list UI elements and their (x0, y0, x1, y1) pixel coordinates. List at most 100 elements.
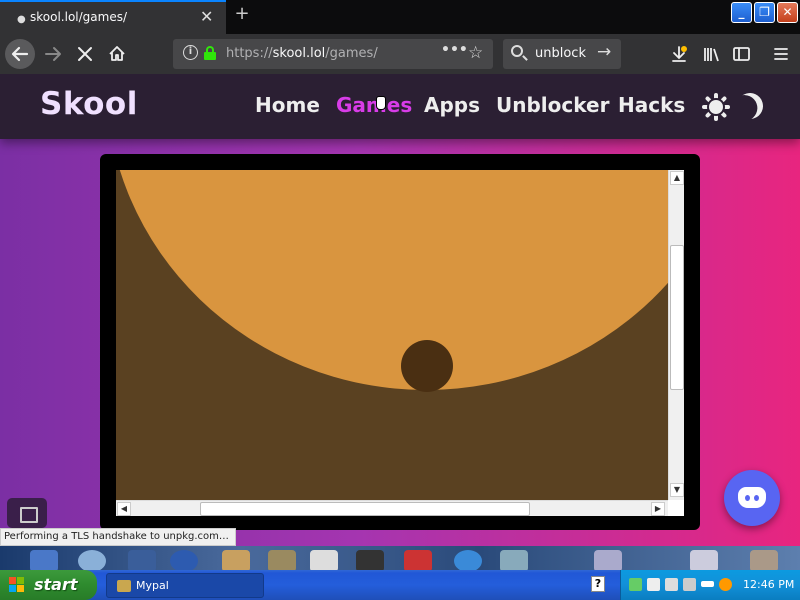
restore-button[interactable]: ❐ (754, 2, 775, 23)
game-canvas[interactable] (116, 170, 668, 500)
new-tab-button[interactable]: + (232, 3, 252, 27)
search-icon (511, 45, 523, 57)
desktop-icon[interactable] (454, 550, 482, 570)
taskbar: start Mypal ? 12:46 PM (0, 570, 800, 600)
desktop-icons-strip (0, 546, 800, 570)
back-button[interactable] (5, 39, 35, 69)
library-icon (704, 48, 719, 62)
nav-apps[interactable]: Apps (424, 93, 480, 117)
downloads-button[interactable] (664, 39, 694, 69)
vertical-scroll-thumb[interactable] (670, 245, 684, 390)
desktop-icon[interactable] (750, 550, 778, 570)
library-button[interactable] (696, 39, 726, 69)
tab-active[interactable]: ● skool.lol/games/ ✕ (0, 0, 226, 34)
desktop-icon[interactable] (128, 550, 156, 570)
game-scene (116, 170, 668, 500)
nav-home[interactable]: Home (255, 93, 320, 117)
home-icon (109, 46, 125, 61)
scroll-left-arrow-icon[interactable]: ◀ (117, 502, 131, 516)
hamburger-menu-icon (774, 48, 788, 60)
url-host: skool.lol (272, 46, 326, 61)
desktop-icon[interactable] (690, 550, 718, 570)
tab-loading-dot-icon: ● (17, 14, 26, 25)
page-actions-icon[interactable]: ••• (441, 42, 468, 58)
site-page: Skool Home Games Apps Unblocker Hacks ▲ … (0, 74, 800, 546)
tab-title: skool.lol/games/ (30, 10, 127, 24)
discord-button[interactable] (724, 470, 780, 526)
tray-battery-icon[interactable] (701, 581, 714, 587)
status-message: Performing a TLS handshake to unpkg.com… (0, 528, 236, 546)
forward-button[interactable] (38, 39, 68, 69)
fullscreen-button[interactable] (7, 498, 47, 528)
discord-icon (738, 487, 766, 508)
taskbar-item-label: Mypal (136, 579, 169, 592)
tray-search-icon[interactable] (719, 578, 732, 591)
desktop-icon[interactable] (500, 550, 528, 570)
menu-button[interactable] (766, 39, 796, 69)
scroll-down-arrow-icon[interactable]: ▼ (670, 483, 684, 497)
desktop-icon[interactable] (594, 550, 622, 570)
help-icon[interactable]: ? (591, 576, 605, 592)
moon-icon[interactable] (733, 89, 766, 122)
site-header: Skool Home Games Apps Unblocker Hacks (0, 74, 800, 139)
info-icon[interactable]: i (183, 45, 198, 60)
download-icon (672, 46, 687, 62)
site-logo[interactable]: Skool (40, 86, 138, 122)
desktop-icon[interactable] (222, 550, 250, 570)
tray-display-icon[interactable] (647, 578, 660, 591)
stop-x-icon (78, 47, 92, 61)
nav-games[interactable]: Games (336, 93, 412, 117)
windows-logo-icon (9, 577, 25, 593)
window-controls: _ ❐ ✕ (731, 2, 798, 23)
desktop-icon[interactable] (356, 550, 384, 570)
vertical-scrollbar[interactable]: ▲ ▼ (668, 170, 684, 500)
url-scheme: https:// (226, 46, 273, 61)
sidebar-icon (733, 47, 750, 61)
minimize-button[interactable]: _ (731, 2, 752, 23)
game-frame: ▲ ▼ ◀ ▶ (100, 154, 700, 530)
navigation-toolbar: i https://skool.lol/games/ ••• ☆ unblock… (0, 34, 800, 74)
start-label: start (34, 575, 78, 594)
desktop-icon[interactable] (78, 550, 106, 570)
desktop-icon[interactable] (310, 550, 338, 570)
scrollbar-corner (668, 500, 684, 516)
clock: 12:46 PM (743, 578, 795, 591)
search-input[interactable]: unblock (535, 46, 586, 61)
desktop-icon[interactable] (268, 550, 296, 570)
nav-hacks[interactable]: Hacks (618, 93, 685, 117)
tab-bar: ● skool.lol/games/ ✕ + _ ❐ ✕ (0, 0, 800, 34)
stop-loading-button[interactable] (70, 39, 100, 69)
browser-window: ● skool.lol/games/ ✕ + _ ❐ ✕ i https://s… (0, 0, 800, 600)
system-tray: 12:46 PM (620, 570, 800, 600)
desktop-icon[interactable] (170, 550, 198, 570)
horizontal-scrollbar[interactable]: ◀ ▶ (116, 500, 668, 516)
scroll-right-arrow-icon[interactable]: ▶ (651, 502, 665, 516)
arrow-left-icon (11, 46, 29, 62)
scroll-up-arrow-icon[interactable]: ▲ (670, 171, 684, 185)
lock-icon[interactable] (204, 46, 216, 60)
desktop-icon[interactable] (30, 550, 58, 570)
arrow-right-icon (45, 47, 61, 61)
search-go-icon[interactable]: → (597, 42, 611, 62)
horizontal-scroll-thumb[interactable] (200, 502, 530, 516)
game-ball (401, 340, 453, 392)
taskbar-item-mypal[interactable]: Mypal (106, 573, 264, 598)
nav-unblocker[interactable]: Unblocker (496, 93, 609, 117)
tray-network-icon[interactable] (629, 578, 642, 591)
desktop-icon[interactable] (404, 550, 432, 570)
home-button[interactable] (102, 39, 132, 69)
tab-close-icon[interactable]: ✕ (200, 7, 213, 26)
url-text[interactable]: https://skool.lol/games/ (226, 46, 378, 61)
start-button[interactable]: start (0, 570, 97, 600)
url-path: /games/ (325, 46, 378, 61)
sidebar-button[interactable] (726, 39, 756, 69)
mypal-icon (117, 580, 131, 592)
sun-icon[interactable] (702, 93, 730, 121)
tray-volume-icon[interactable] (665, 578, 678, 591)
url-bar[interactable]: i https://skool.lol/games/ ••• ☆ (173, 39, 493, 69)
tray-monitor-icon[interactable] (683, 578, 696, 591)
close-window-button[interactable]: ✕ (777, 2, 798, 23)
search-bar[interactable]: unblock → (503, 39, 621, 69)
mouse-cursor-icon (376, 96, 386, 110)
bookmark-star-icon[interactable]: ☆ (468, 43, 483, 63)
